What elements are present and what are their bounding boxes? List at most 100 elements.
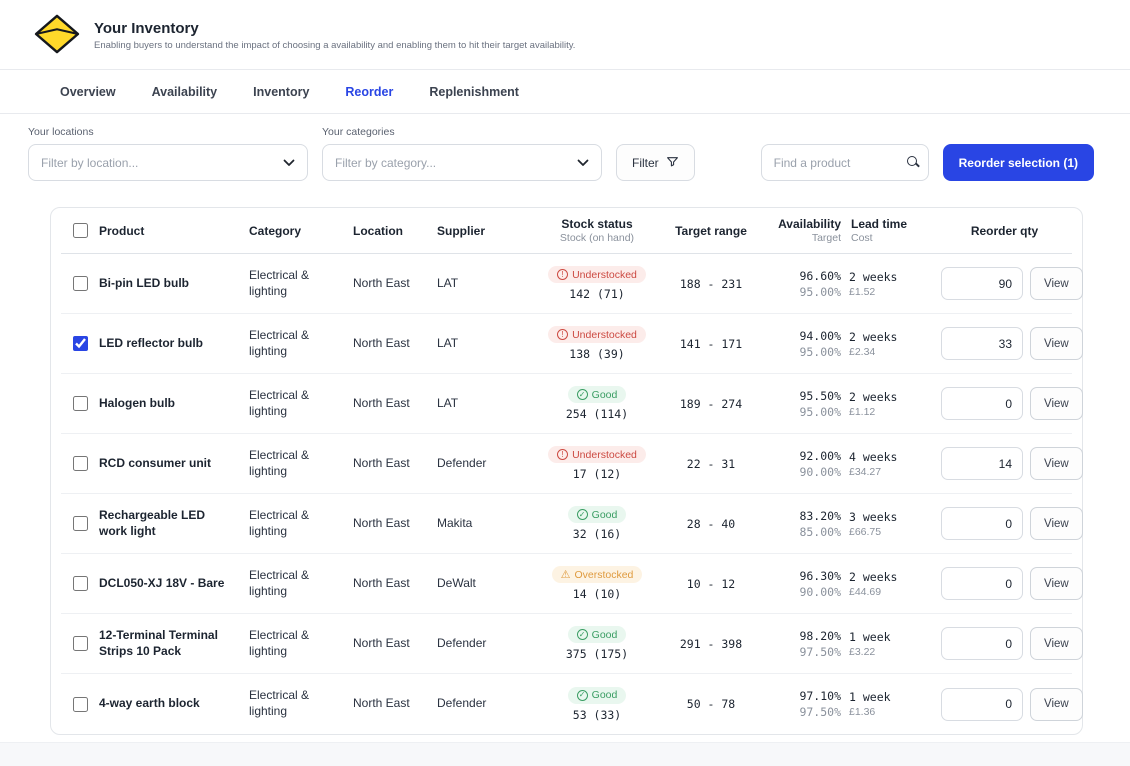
search-input[interactable]	[761, 144, 929, 181]
lead-time-cell: 2 weeks £1.52	[847, 266, 937, 302]
view-button[interactable]: View	[1030, 507, 1083, 540]
availability-value: 98.20%	[765, 629, 841, 643]
stock-status-cell: Good 375 (175)	[533, 622, 661, 666]
table-row: 4-way earth block Electrical & lighting …	[61, 674, 1072, 734]
availability-target: 85.00%	[765, 525, 841, 539]
view-button[interactable]: View	[1030, 327, 1083, 360]
lead-time-value: 4 weeks	[849, 450, 933, 464]
row-checkbox[interactable]	[73, 276, 88, 291]
row-checkbox[interactable]	[73, 456, 88, 471]
stock-status-cell: Good 254 (114)	[533, 382, 661, 426]
tab-overview[interactable]: Overview	[60, 85, 116, 99]
availability-cell: 96.60% 95.00%	[761, 265, 847, 303]
view-button[interactable]: View	[1030, 387, 1083, 420]
lead-time-cell: 3 weeks £66.75	[847, 506, 937, 542]
app-header: Your Inventory Enabling buyers to unders…	[0, 0, 1130, 70]
category-filter-select[interactable]: Filter by category...	[322, 144, 602, 181]
lead-time-cell: 4 weeks £34.27	[847, 446, 937, 482]
availability-target: 90.00%	[765, 465, 841, 479]
reorder-qty-input[interactable]	[941, 567, 1023, 600]
target-range-cell: 22 - 31	[661, 453, 761, 475]
tab-inventory[interactable]: Inventory	[253, 85, 309, 99]
lead-time-cell: 2 weeks £44.69	[847, 566, 937, 602]
reorder-qty-input[interactable]	[941, 627, 1023, 660]
search-icon	[907, 156, 917, 166]
page-title: Your Inventory	[94, 20, 575, 37]
row-checkbox[interactable]	[73, 636, 88, 651]
status-label: Good	[592, 509, 618, 521]
target-range-cell: 188 - 231	[661, 273, 761, 295]
col-category: Category	[245, 220, 349, 242]
view-button[interactable]: View	[1030, 267, 1083, 300]
status-badge: Understocked	[548, 326, 646, 343]
col-stock-status: Stock status Stock (on hand)	[533, 213, 661, 248]
category-cell: Electrical & lighting	[245, 384, 349, 423]
col-product: Product	[95, 220, 245, 242]
product-name: 12-Terminal Terminal Strips 10 Pack	[95, 624, 245, 663]
location-cell: North East	[349, 392, 433, 416]
supplier-cell: Defender	[433, 632, 533, 656]
availability-target: 97.50%	[765, 645, 841, 659]
availability-value: 94.00%	[765, 329, 841, 343]
view-button[interactable]: View	[1030, 447, 1083, 480]
stock-status-cell: Understocked 17 (12)	[533, 442, 661, 486]
reorder-cell: View	[937, 684, 1085, 725]
stock-on-hand: 254 (114)	[537, 407, 657, 421]
status-icon	[557, 449, 568, 460]
supplier-cell: LAT	[433, 272, 533, 296]
cost-value: £1.52	[849, 286, 933, 298]
reorder-qty-input[interactable]	[941, 327, 1023, 360]
availability-cell: 98.20% 97.50%	[761, 625, 847, 663]
select-all-checkbox[interactable]	[73, 223, 88, 238]
row-checkbox[interactable]	[73, 576, 88, 591]
target-range-cell: 28 - 40	[661, 513, 761, 535]
tab-reorder[interactable]: Reorder	[345, 85, 393, 99]
availability-target: 95.00%	[765, 345, 841, 359]
category-cell: Electrical & lighting	[245, 624, 349, 663]
status-icon	[577, 389, 588, 400]
supplier-cell: Makita	[433, 512, 533, 536]
view-button[interactable]: View	[1030, 627, 1083, 660]
filter-button[interactable]: Filter	[616, 144, 695, 181]
status-icon	[557, 269, 568, 280]
tab-bar: Overview Availability Inventory Reorder …	[0, 70, 1130, 114]
tab-replenishment[interactable]: Replenishment	[429, 85, 519, 99]
tab-availability[interactable]: Availability	[152, 85, 218, 99]
cost-value: £2.34	[849, 346, 933, 358]
row-checkbox[interactable]	[73, 516, 88, 531]
status-badge: Good	[568, 386, 627, 403]
reorder-qty-input[interactable]	[941, 267, 1023, 300]
col-target-range: Target range	[661, 220, 761, 242]
row-checkbox[interactable]	[73, 697, 88, 712]
reorder-qty-input[interactable]	[941, 507, 1023, 540]
availability-target: 95.00%	[765, 285, 841, 299]
status-icon	[557, 329, 568, 340]
reorder-qty-input[interactable]	[941, 387, 1023, 420]
location-filter-select[interactable]: Filter by location...	[28, 144, 308, 181]
reorder-qty-input[interactable]	[941, 447, 1023, 480]
location-filter-placeholder: Filter by location...	[41, 156, 138, 170]
status-icon	[577, 509, 588, 520]
filter-bar: Your locations Filter by location... You…	[0, 114, 1130, 197]
reorder-selection-button[interactable]: Reorder selection (1)	[943, 144, 1094, 181]
product-name: Rechargeable LED work light	[95, 504, 245, 543]
target-range-cell: 189 - 274	[661, 393, 761, 415]
view-button[interactable]: View	[1030, 567, 1083, 600]
row-checkbox[interactable]	[73, 336, 88, 351]
chevron-down-icon	[283, 156, 295, 170]
view-button[interactable]: View	[1030, 688, 1083, 721]
location-cell: North East	[349, 572, 433, 596]
status-icon	[577, 629, 588, 640]
filter-button-label: Filter	[632, 156, 659, 170]
target-range-cell: 10 - 12	[661, 573, 761, 595]
col-availability-sub: Target	[765, 232, 841, 244]
col-availability: Availability Target	[761, 213, 847, 248]
row-checkbox[interactable]	[73, 396, 88, 411]
availability-value: 96.60%	[765, 269, 841, 283]
col-lead-time-sub: Cost	[851, 232, 933, 244]
status-label: Understocked	[572, 329, 637, 341]
chevron-down-icon	[577, 156, 589, 170]
reorder-qty-input[interactable]	[941, 688, 1023, 721]
availability-value: 96.30%	[765, 569, 841, 583]
status-badge: Understocked	[548, 266, 646, 283]
